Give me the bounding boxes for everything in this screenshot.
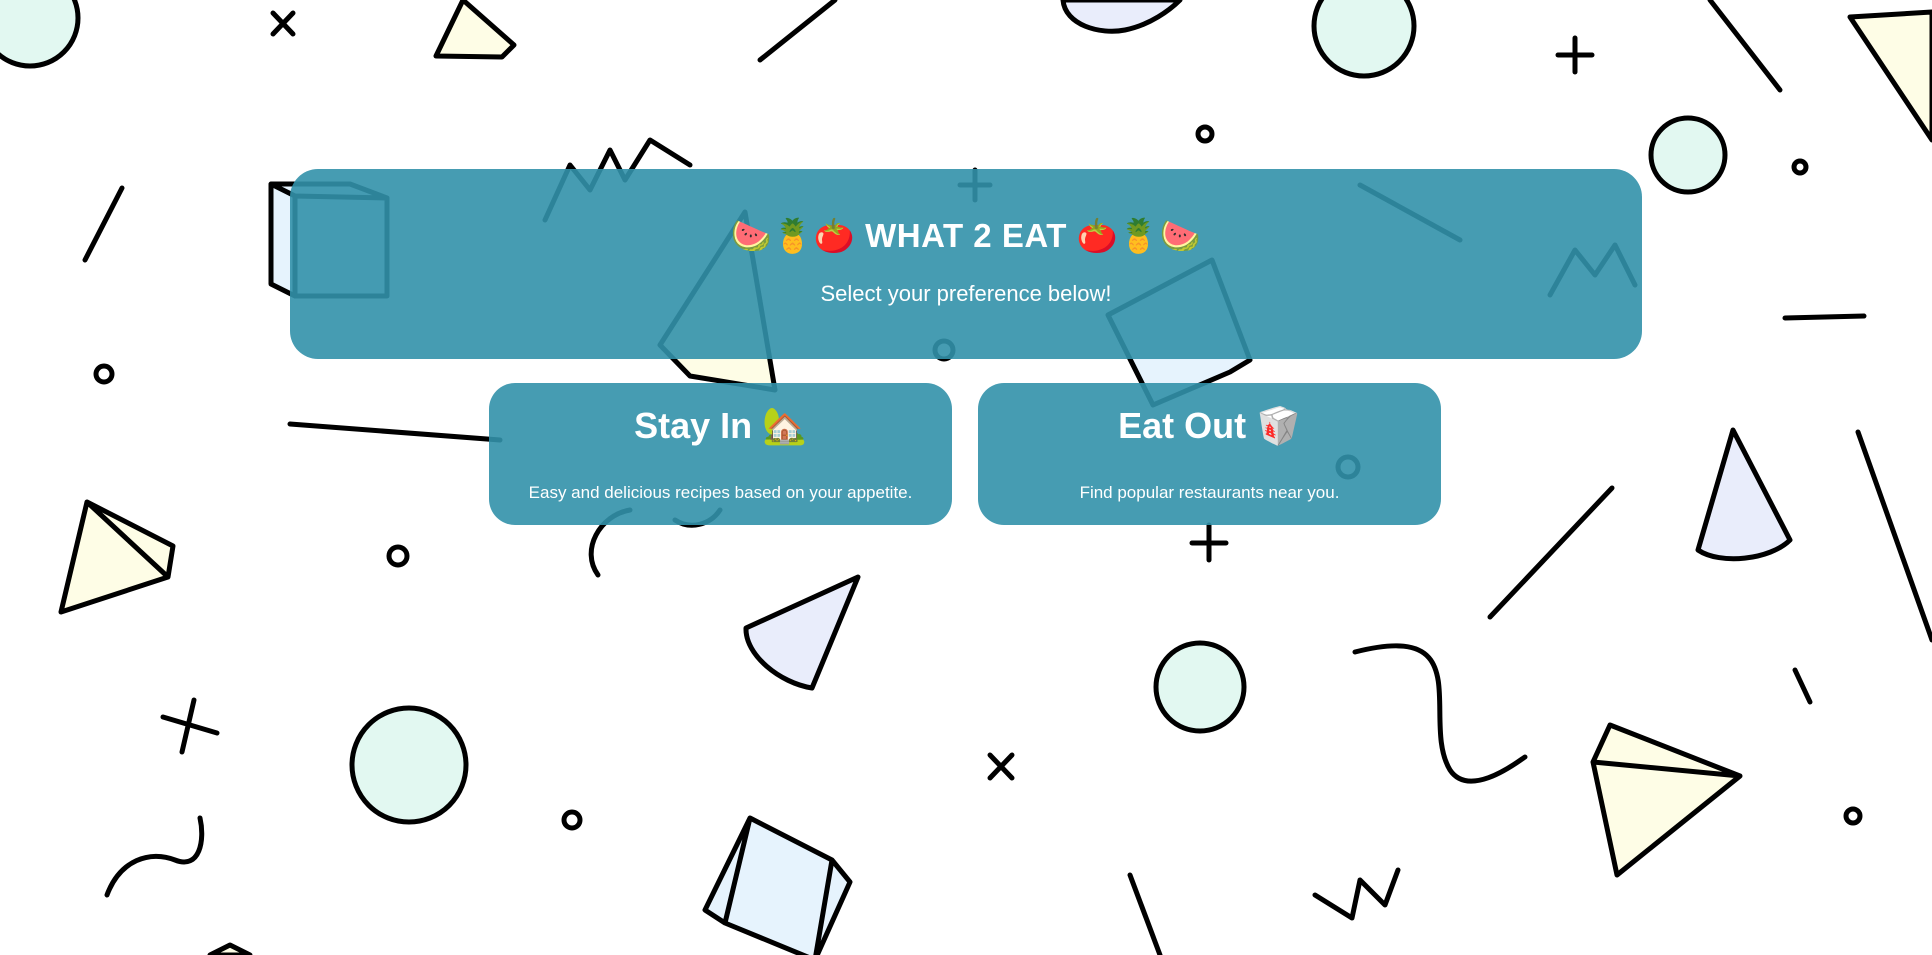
line-shape	[1782, 313, 1867, 321]
circle-shape	[0, 0, 81, 69]
stay-in-description: Easy and delicious recipes based on your…	[528, 483, 913, 502]
line-shape	[1792, 667, 1813, 705]
line-shape	[82, 185, 125, 263]
circle-shape	[1311, 0, 1417, 79]
stay-in-title: Stay In 🏡	[634, 405, 807, 446]
small-ring-shape	[1843, 806, 1863, 826]
small-ring-shape	[561, 809, 583, 831]
line-shape	[1855, 429, 1932, 643]
small-ring-shape	[1195, 124, 1215, 144]
x-shape	[987, 752, 1015, 781]
eat-out-title: Eat Out 🥡	[1118, 405, 1301, 446]
x-shape	[270, 10, 296, 37]
cone-shape	[743, 574, 861, 691]
cone-shape	[1695, 427, 1793, 562]
half-circle-shape	[1060, 0, 1183, 34]
small-ring-shape	[93, 363, 115, 385]
small-ring-shape	[386, 544, 410, 568]
pyramid-shape	[1590, 722, 1743, 878]
line-shape	[1487, 485, 1615, 620]
header-card: 🍉🍍🍅 WHAT 2 EAT 🍅🍍🍉 Select your preferenc…	[290, 169, 1642, 359]
circle-shape	[1648, 115, 1728, 195]
circle-shape	[1153, 640, 1247, 734]
line-shape	[757, 0, 838, 63]
plus-shape	[1189, 522, 1229, 563]
page: 🍉🍍🍅 WHAT 2 EAT 🍅🍍🍉 Select your preferenc…	[0, 0, 1932, 955]
cube-shape	[702, 815, 853, 955]
triangle-shape	[1847, 9, 1932, 143]
pyramid-shape	[433, 0, 517, 60]
squiggle-shape	[104, 815, 205, 898]
stay-in-button[interactable]: Stay In 🏡 Easy and delicious recipes bas…	[489, 383, 952, 525]
zigzag-shape	[1312, 867, 1401, 921]
plus-shape	[160, 697, 220, 755]
eat-out-button[interactable]: Eat Out 🥡 Find popular restaurants near …	[978, 383, 1441, 525]
small-ring-shape	[1791, 158, 1809, 176]
squiggle-shape	[1352, 643, 1528, 784]
memphis-background-pattern	[0, 0, 1932, 955]
plus-shape	[1555, 35, 1595, 75]
line-shape	[1127, 872, 1163, 955]
app-subtitle: Select your preference below!	[820, 281, 1112, 306]
line-shape	[1707, 0, 1783, 93]
pyramid-shape	[207, 942, 253, 955]
circle-shape	[349, 705, 469, 825]
eat-out-description: Find popular restaurants near you.	[1079, 483, 1340, 502]
pyramid-shape	[58, 499, 176, 615]
app-title: 🍉🍍🍅 WHAT 2 EAT 🍅🍍🍉	[730, 217, 1202, 254]
line-shape	[287, 421, 503, 443]
